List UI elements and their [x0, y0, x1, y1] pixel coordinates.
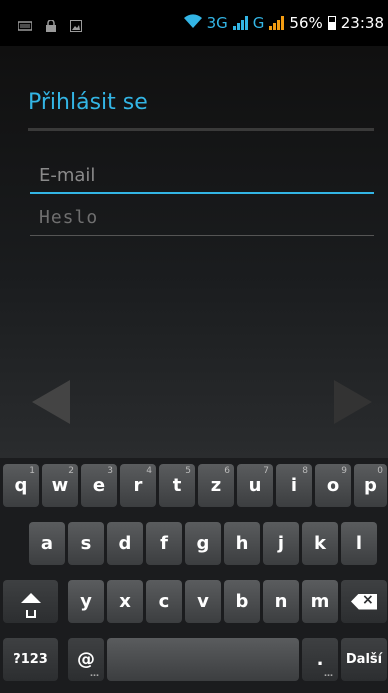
password-field[interactable] [30, 200, 374, 235]
shift-key[interactable] [3, 580, 58, 623]
key-n[interactable]: n [263, 580, 299, 623]
key-m[interactable]: m [302, 580, 338, 623]
key-x[interactable]: x [107, 580, 143, 623]
key-w[interactable]: w2 [42, 464, 78, 507]
voicemail-icon [17, 21, 33, 33]
title-divider [28, 128, 374, 131]
login-screen: Přihlásit se [0, 46, 388, 458]
status-left-icons [17, 19, 82, 34]
key-v[interactable]: v [185, 580, 221, 623]
backspace-icon [351, 593, 377, 610]
status-bar: 3G G 56% 23:38 [0, 0, 388, 46]
key-i[interactable]: i8 [276, 464, 312, 507]
key-r[interactable]: r4 [120, 464, 156, 507]
key-f[interactable]: f [146, 522, 182, 565]
next-key[interactable]: Další [341, 638, 387, 681]
clock: 23:38 [340, 14, 384, 32]
lock-icon [46, 19, 56, 34]
key-h[interactable]: h [224, 522, 260, 565]
key-s[interactable]: s [68, 522, 104, 565]
symbols-key[interactable]: ?123 [3, 638, 58, 681]
key-e[interactable]: e3 [81, 464, 117, 507]
status-right: 3G G 56% 23:38 [183, 14, 384, 32]
key-p[interactable]: p0 [354, 464, 387, 507]
image-icon [70, 20, 82, 34]
signal-icon [232, 16, 248, 30]
key-q[interactable]: q1 [3, 464, 39, 507]
signal-icon-2 [269, 16, 285, 30]
key-y[interactable]: y [68, 580, 104, 623]
page-title: Přihlásit se [28, 90, 148, 115]
password-field-container [30, 200, 374, 236]
battery-percent: 56% [289, 14, 323, 32]
backspace-key[interactable] [341, 580, 387, 623]
battery-icon [327, 16, 336, 30]
period-key[interactable]: . … [302, 638, 338, 681]
key-a[interactable]: a [29, 522, 65, 565]
previous-arrow-button[interactable] [32, 380, 70, 424]
key-t[interactable]: t5 [159, 464, 195, 507]
key-o[interactable]: o9 [315, 464, 351, 507]
key-b[interactable]: b [224, 580, 260, 623]
network-3g-label: 3G [206, 14, 228, 32]
key-l[interactable]: l [341, 522, 377, 565]
email-field[interactable] [30, 158, 374, 192]
key-c[interactable]: c [146, 580, 182, 623]
key-d[interactable]: d [107, 522, 143, 565]
key-k[interactable]: k [302, 522, 338, 565]
network-g-label: G [252, 14, 265, 32]
soft-keyboard: q1 w2 e3 r4 t5 z6 u7 i8 o9 p0 a s d f g … [0, 458, 388, 693]
more-dots-icon-2: … [324, 669, 334, 679]
space-key[interactable] [107, 638, 299, 681]
email-field-container [30, 158, 374, 194]
more-dots-icon: … [90, 669, 100, 679]
key-u[interactable]: u7 [237, 464, 273, 507]
key-z[interactable]: z6 [198, 464, 234, 507]
key-g[interactable]: g [185, 522, 221, 565]
wifi-icon [183, 14, 202, 32]
key-j[interactable]: j [263, 522, 299, 565]
at-key[interactable]: @ … [68, 638, 104, 681]
next-arrow-button[interactable] [334, 380, 372, 424]
shift-icon [20, 590, 42, 618]
